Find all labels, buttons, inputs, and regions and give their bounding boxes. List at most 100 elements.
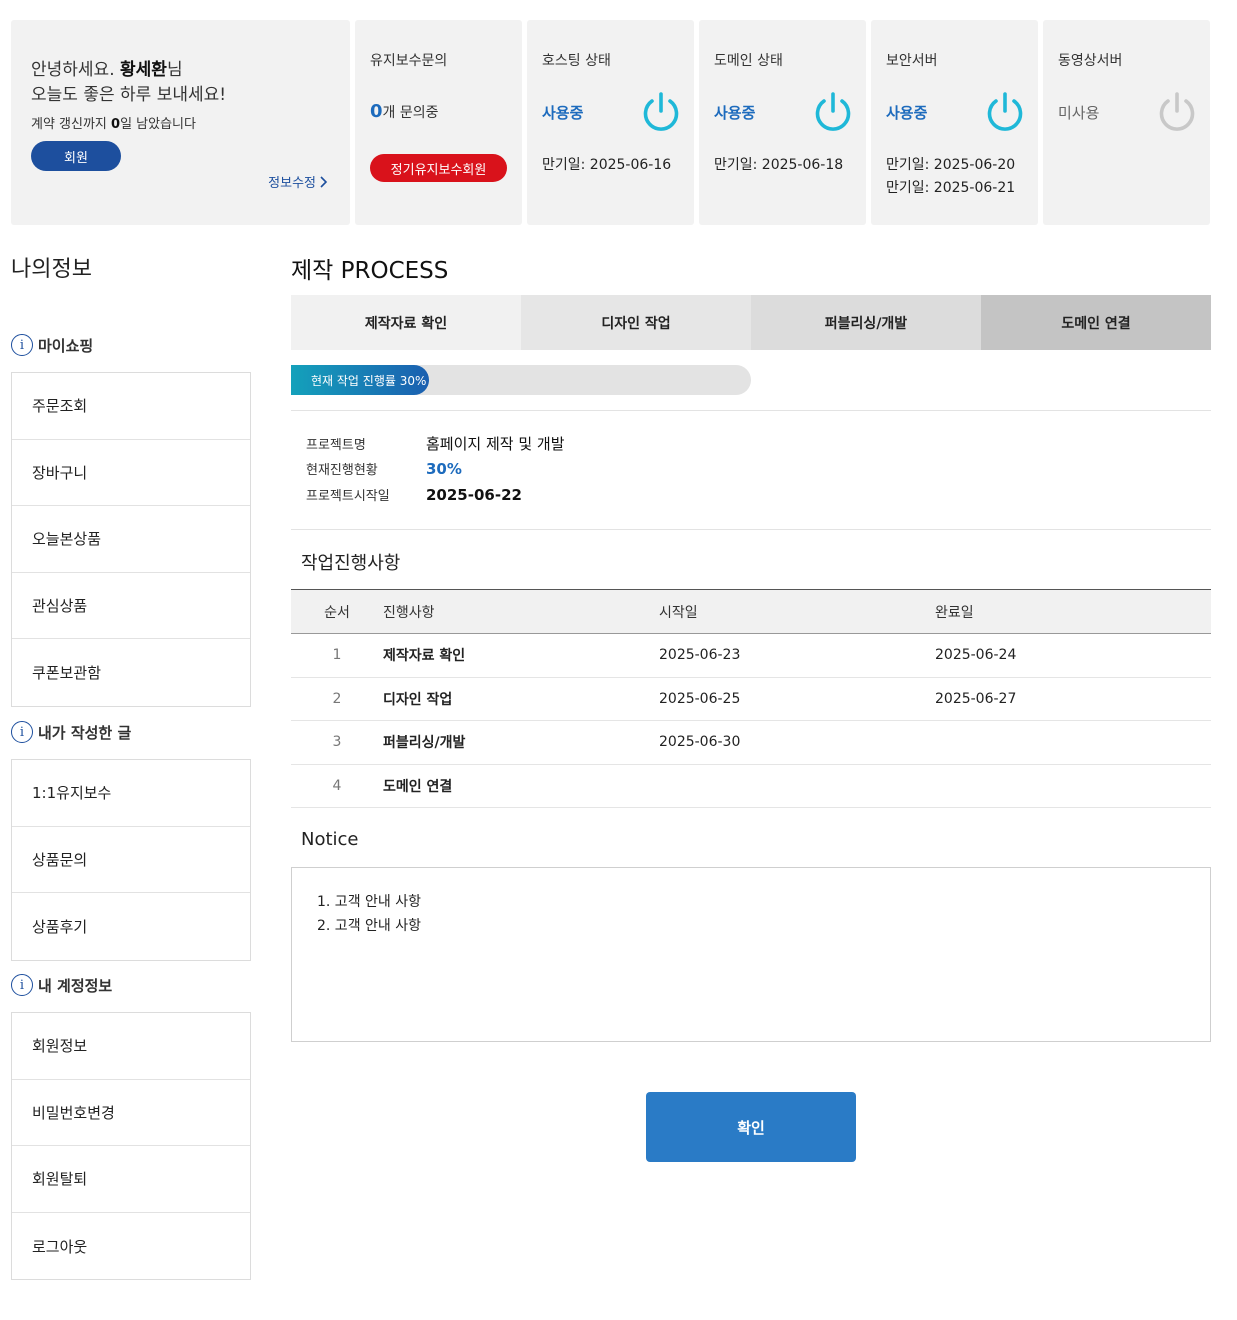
power-icon [1159,92,1195,131]
tasks-table: 순서 진행사항 시작일 완료일 1 제작자료 확인 2025-06-23 202… [291,589,1211,808]
user-name: 황세환 [120,60,167,80]
sidebar-list-my-posts: 1:1유지보수 상품문의 상품후기 [11,759,251,961]
service-card-domain: 도메인 상태 사용중 만기일: 2025-06-18 [699,20,866,225]
expiry-date: 만기일: 2025-06-16 [542,157,672,173]
col-header: 진행사항 [383,589,659,634]
process-step-tab[interactable]: 제작자료 확인 [291,295,521,350]
service-status: 사용중 [542,104,584,122]
sidebar-section-head: i 내가 작성한 글 [11,721,131,743]
info-value: 30% [426,459,462,478]
info-value: 2025-06-22 [426,485,522,504]
col-header: 완료일 [935,589,1211,634]
service-status: 사용중 [886,104,928,122]
cell-start: 2025-06-30 [659,720,935,765]
inquiry-count-number: 0 [370,101,383,122]
sidebar-item[interactable]: 상품문의 [12,827,250,894]
sidebar-item[interactable]: 오늘본상품 [12,506,250,573]
divider [291,529,1211,530]
inquiry-count-suffix: 개 문의중 [382,105,439,121]
service-expiry: 만기일: 2025-06-18 [714,154,843,177]
member-grade-button[interactable]: 회원 [31,141,121,171]
info-key: 현재진행현황 [306,463,378,478]
cell-order: 3 [291,720,383,765]
renewal-days: 0 [111,117,121,132]
cell-order: 2 [291,677,383,721]
maintenance-member-badge[interactable]: 정기유지보수회원 [370,154,507,182]
process-steps: 제작자료 확인 디자인 작업 퍼블리싱/개발 도메인 연결 [291,295,1211,350]
table-row: 4 도메인 연결 [291,764,1211,808]
renewal-suffix: 일 남았습니다 [120,117,196,132]
confirm-button[interactable]: 확인 [646,1092,856,1162]
power-icon [987,92,1023,131]
sidebar-item[interactable]: 관심상품 [12,573,250,640]
section-label: 마이쇼핑 [38,336,94,355]
renewal-text: 계약 갱신까지 0일 남았습니다 [31,113,196,132]
table-row: 1 제작자료 확인 2025-06-23 2025-06-24 [291,633,1211,678]
sidebar-list-myshopping: 주문조회 장바구니 오늘본상품 관심상품 쿠폰보관함 [11,372,251,707]
sidebar-item[interactable]: 1:1유지보수 [12,760,250,827]
sidebar-item[interactable]: 로그아웃 [12,1213,250,1280]
power-icon [643,92,679,131]
renewal-prefix: 계약 갱신까지 [31,117,112,132]
cell-end [935,764,1211,808]
process-step-tab[interactable]: 퍼블리싱/개발 [751,295,981,350]
edit-info-link[interactable]: 정보수정 [268,172,328,191]
project-info-row: 현재진행현황 30% [306,459,462,479]
info-icon: i [11,721,33,743]
tasks-title: 작업진행사항 [301,553,401,574]
sidebar-item[interactable]: 회원탈퇴 [12,1146,250,1213]
sidebar-title: 나의정보 [11,257,92,282]
col-header: 순서 [291,589,383,634]
notice-box: 1. 고객 안내 사항 2. 고객 안내 사항 [291,867,1211,1042]
info-key: 프로젝트명 [306,438,366,453]
expiry-date: 만기일: 2025-06-21 [886,180,1016,196]
notice-line: 1. 고객 안내 사항 [317,894,421,910]
cell-start: 2025-06-23 [659,633,935,678]
notice-line: 2. 고객 안내 사항 [317,918,421,934]
sidebar-item[interactable]: 비밀번호변경 [12,1080,250,1147]
section-label: 내 계정정보 [38,976,113,995]
info-value: 홈페이지 제작 및 개발 [426,435,565,453]
col-header: 시작일 [659,589,935,634]
sidebar-item[interactable]: 주문조회 [12,373,250,440]
expiry-date: 만기일: 2025-06-20 [886,157,1016,173]
cell-step: 도메인 연결 [383,764,659,808]
cell-order: 4 [291,764,383,808]
greeting-text: 안녕하세요. 황세환님 [31,55,183,80]
sidebar-item[interactable]: 상품후기 [12,893,250,960]
service-status: 미사용 [1058,104,1100,122]
maintenance-card: 유지보수문의 0개 문의중 정기유지보수회원 [355,20,522,225]
info-key: 프로젝트시작일 [306,489,390,504]
project-info-row: 프로젝트시작일 2025-06-22 [306,485,522,505]
table-header-row: 순서 진행사항 시작일 완료일 [291,589,1211,634]
greeting-suffix: 님 [166,60,183,80]
cell-order: 1 [291,633,383,678]
sidebar-item[interactable]: 장바구니 [12,440,250,507]
greeting-prefix: 안녕하세요. [31,60,121,80]
cell-step: 디자인 작업 [383,677,659,721]
service-expiry: 만기일: 2025-06-20 만기일: 2025-06-21 [886,154,1015,200]
service-card-video: 동영상서버 미사용 [1043,20,1210,225]
service-title: 동영상서버 [1058,53,1123,69]
cell-end: 2025-06-24 [935,633,1211,678]
sidebar-item[interactable]: 회원정보 [12,1013,250,1080]
cell-end [935,720,1211,765]
service-title: 도메인 상태 [714,53,783,69]
inquiry-count: 0개 문의중 [370,101,439,122]
table-row: 2 디자인 작업 2025-06-25 2025-06-27 [291,677,1211,721]
process-step-tab[interactable]: 디자인 작업 [521,295,751,350]
sidebar-list-account: 회원정보 비밀번호변경 회원탈퇴 로그아웃 [11,1012,251,1281]
sidebar-section-head: i 내 계정정보 [11,974,112,996]
info-icon: i [11,334,33,356]
summary-cards: 안녕하세요. 황세환님 오늘도 좋은 하루 보내세요! 계약 갱신까지 0일 남… [11,20,1210,225]
process-step-tab[interactable]: 도메인 연결 [981,295,1211,350]
progress-bar: 현재 작업 진행률 30% [291,365,751,395]
service-status: 사용중 [714,104,756,122]
page-title: 제작 PROCESS [291,258,449,284]
notice-title: Notice [301,829,359,850]
service-card-hosting: 호스팅 상태 사용중 만기일: 2025-06-16 [527,20,694,225]
cell-step: 제작자료 확인 [383,633,659,678]
maintenance-title: 유지보수문의 [370,53,448,69]
sidebar-section-head: i 마이쇼핑 [11,334,93,356]
sidebar-item[interactable]: 쿠폰보관함 [12,639,250,706]
